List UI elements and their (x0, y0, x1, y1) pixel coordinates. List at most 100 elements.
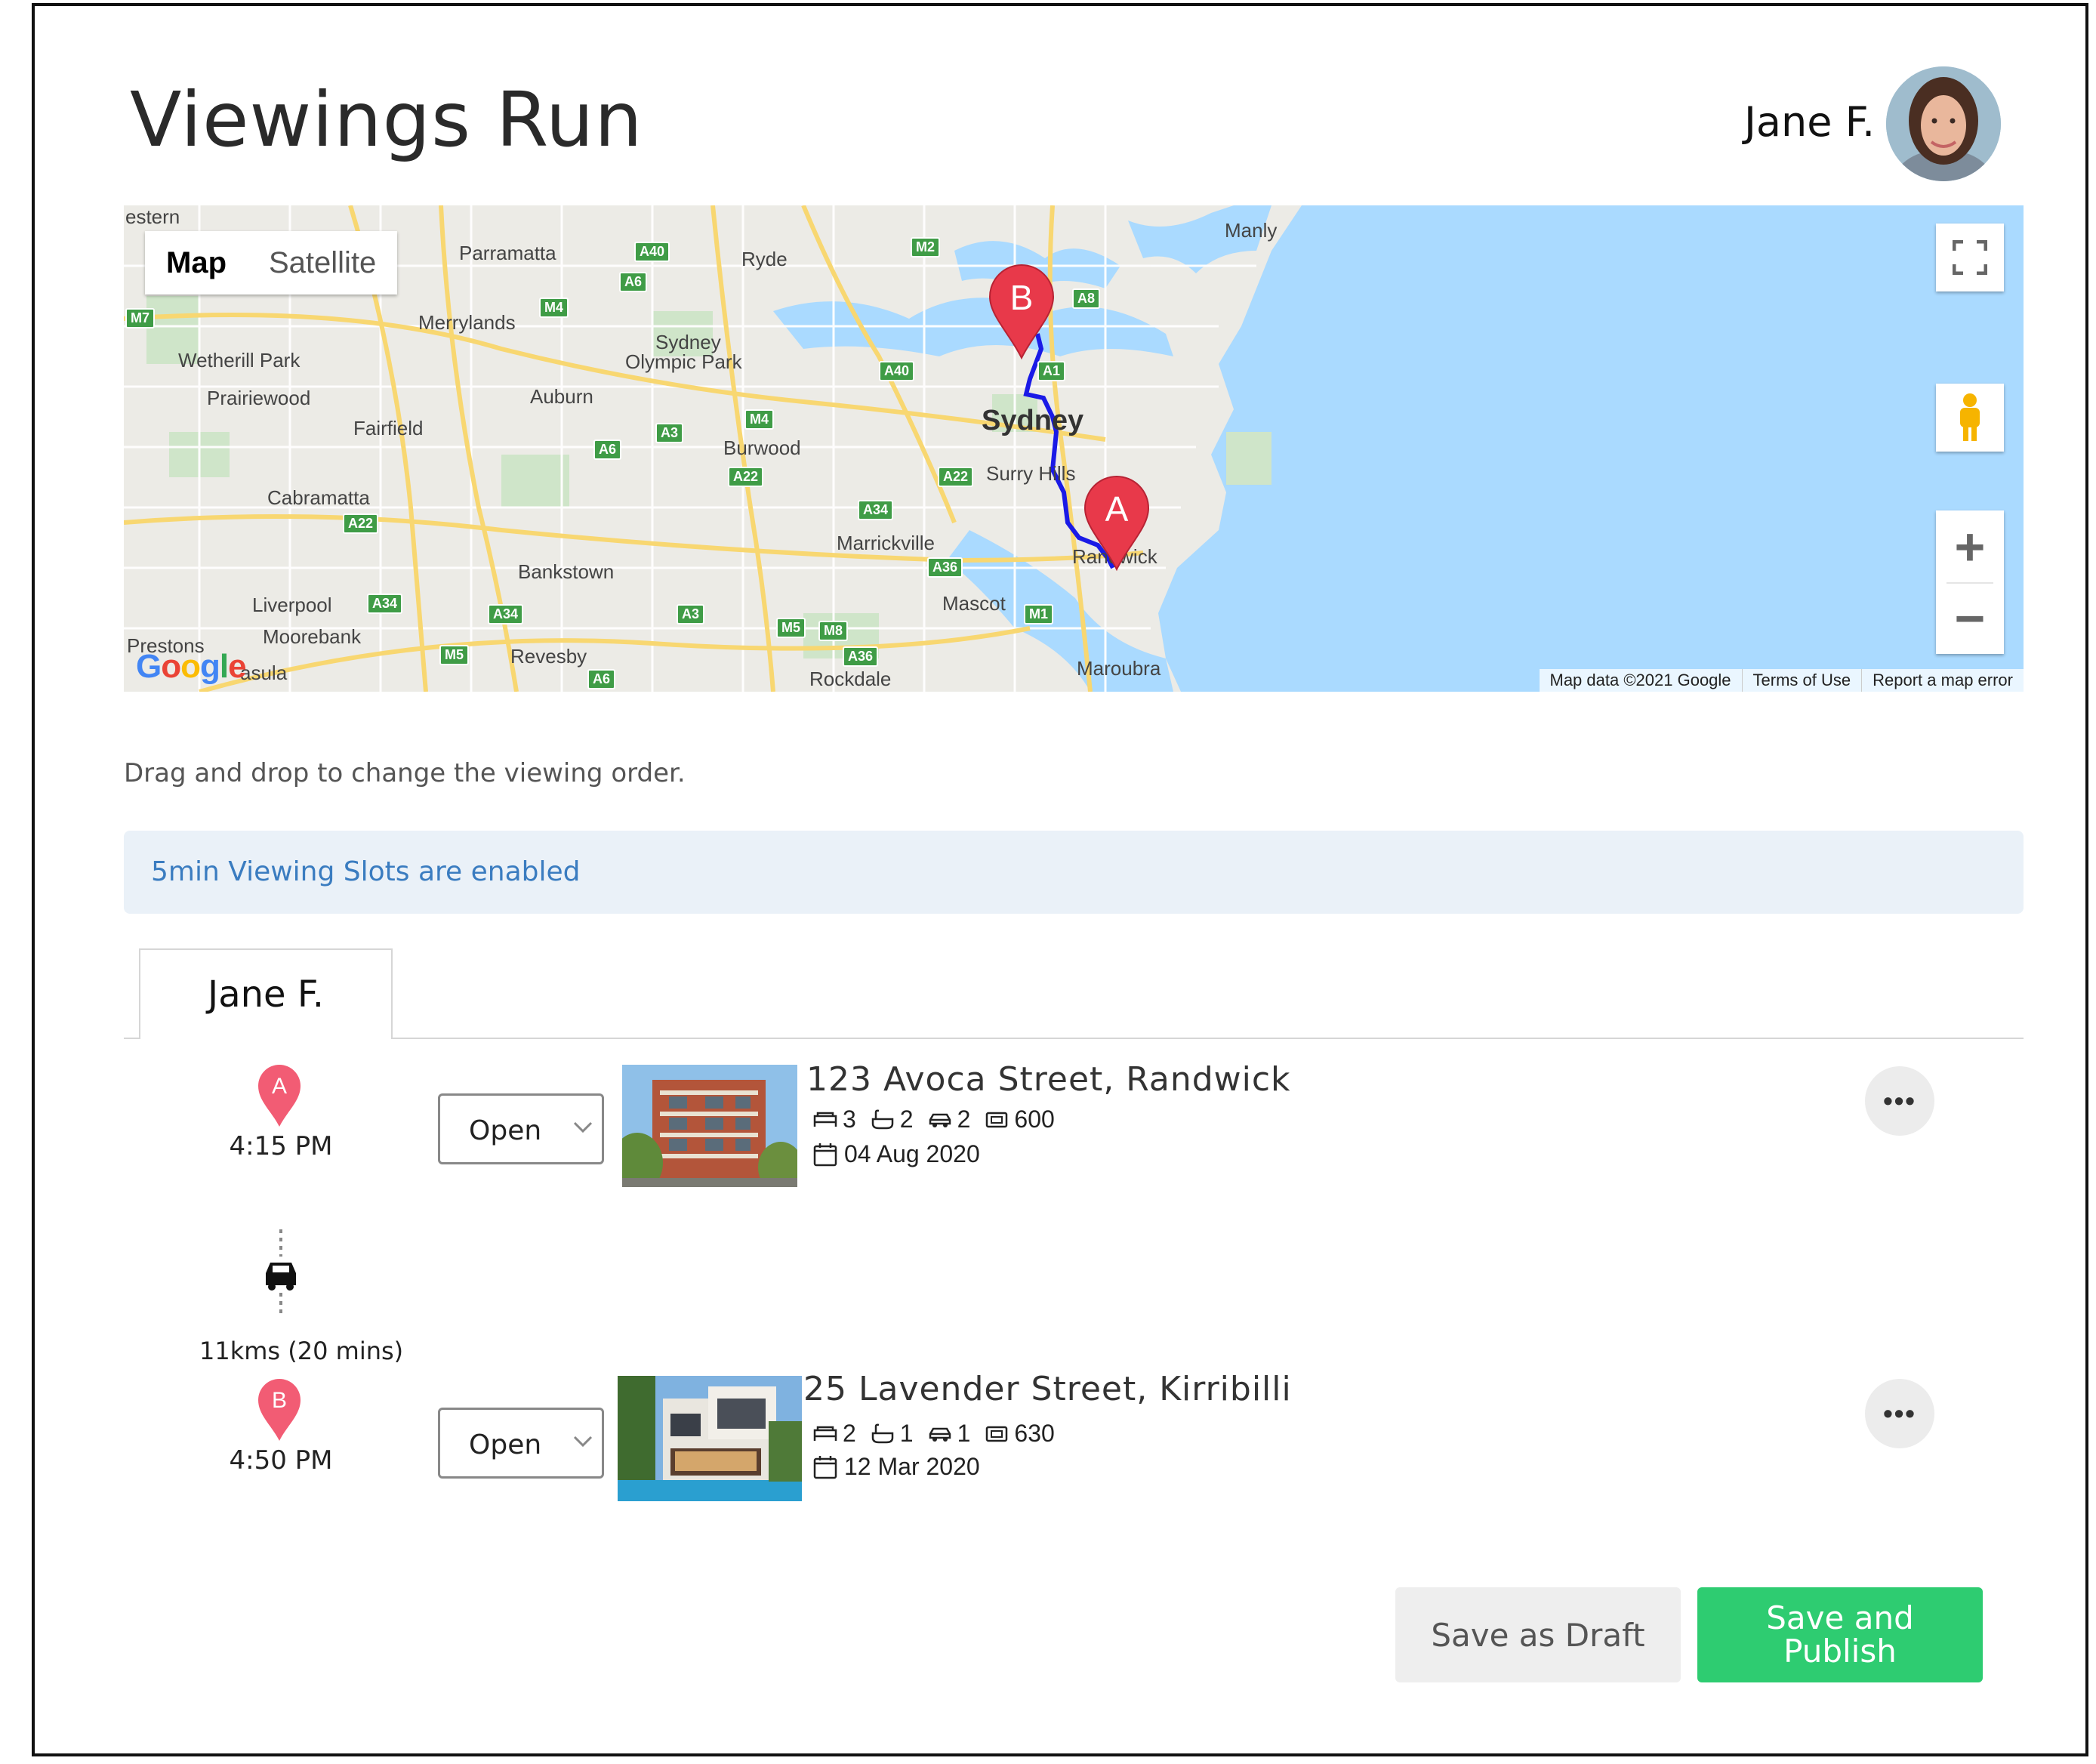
map-city-label: Sydney (982, 405, 1084, 436)
more-options-button[interactable]: ••• (1865, 1379, 1934, 1448)
viewing-time: 4:15 PM (229, 1131, 333, 1161)
road-shield: M4 (744, 409, 775, 430)
map-label: Merrylands (418, 311, 516, 334)
viewing-time: 4:50 PM (229, 1445, 333, 1476)
travel-connector (266, 1229, 296, 1317)
car-count: 2 (957, 1106, 971, 1133)
save-publish-button[interactable]: Save and Publish (1697, 1587, 1983, 1682)
map-marker-a[interactable]: A (1083, 474, 1151, 572)
viewing-marker-b: B (258, 1379, 301, 1441)
chevron-down-icon (573, 1121, 593, 1133)
property-photo[interactable] (622, 1065, 797, 1187)
road-shield: A40 (634, 242, 670, 262)
map-label: Fairfield (353, 417, 424, 439)
property-photo[interactable] (618, 1376, 802, 1501)
svg-text:A: A (272, 1074, 287, 1099)
bath-count: 1 (899, 1420, 914, 1447)
map-label: Liverpool (252, 594, 332, 616)
map-label: Parramatta (459, 242, 556, 264)
map-label: Marrickville (837, 532, 935, 554)
map-label: Ryde (741, 248, 788, 270)
bed-count: 3 (843, 1106, 856, 1133)
bed-icon (813, 1112, 837, 1127)
pegman-icon (1960, 393, 1980, 441)
status-value: Open (469, 1115, 542, 1146)
fullscreen-icon (1953, 240, 1987, 275)
land-area: 600 (1014, 1106, 1055, 1133)
avatar[interactable] (1886, 66, 2001, 181)
route-map[interactable]: estern Parramatta Ryde Manly Merrylands … (124, 205, 2024, 692)
svg-text:B: B (1010, 278, 1034, 317)
date-value: 04 Aug 2020 (844, 1140, 980, 1167)
svg-text:B: B (272, 1388, 287, 1413)
zoom-out-button[interactable]: − (1936, 582, 2004, 654)
road-shield: A34 (367, 594, 403, 614)
info-banner: 5min Viewing Slots are enabled (124, 831, 2024, 914)
road-shield: A1 (1037, 361, 1066, 381)
save-draft-button[interactable]: Save as Draft (1395, 1587, 1681, 1682)
map-label: Surry Hills (986, 462, 1076, 485)
page-title: Viewings Run (130, 76, 643, 164)
map-label: Manly (1225, 219, 1278, 242)
map-type-satellite-button[interactable]: Satellite (248, 231, 397, 295)
bed-count: 2 (843, 1420, 856, 1447)
road-shield: M5 (776, 618, 806, 638)
more-options-button[interactable]: ••• (1865, 1066, 1934, 1136)
road-shield: A22 (728, 467, 764, 487)
google-logo: Google (136, 648, 247, 685)
road-shield: A8 (1072, 288, 1101, 309)
road-shield: M8 (818, 621, 849, 641)
car-icon (266, 1263, 296, 1291)
map-label: Revesby (510, 645, 587, 668)
map-label: Moorebank (263, 625, 362, 648)
svg-text:A: A (1105, 489, 1129, 529)
map-data-credit: Map data ©2021 Google (1549, 671, 1731, 689)
road-shield: A40 (879, 361, 915, 381)
map-marker-b[interactable]: B (988, 263, 1056, 361)
date-value: 12 Mar 2020 (844, 1453, 980, 1480)
road-shield: A36 (843, 646, 879, 667)
zoom-in-button[interactable]: + (1936, 510, 2004, 582)
calendar-icon (813, 1143, 837, 1166)
listing-date: 04 Aug 2020 (812, 1140, 980, 1168)
bed-icon (813, 1426, 837, 1441)
terms-link[interactable]: Terms of Use (1741, 669, 1862, 692)
listing-date: 12 Mar 2020 (812, 1453, 980, 1481)
status-select[interactable]: Open (438, 1408, 604, 1479)
property-address[interactable]: 25 Lavender Street, Kirribilli (803, 1370, 1292, 1408)
tab-agent[interactable]: Jane F. (139, 948, 393, 1039)
road-shield: M1 (1024, 604, 1054, 624)
map-type-control: Map Satellite (145, 231, 398, 295)
property-address[interactable]: 123 Avoca Street, Randwick (806, 1060, 1291, 1099)
road-shield: M4 (539, 298, 569, 318)
fullscreen-button[interactable] (1936, 224, 2004, 291)
report-error-link[interactable]: Report a map error (1861, 669, 2024, 692)
chevron-down-icon (573, 1436, 593, 1448)
map-label: Mascot (942, 592, 1006, 615)
map-type-map-button[interactable]: Map (145, 231, 248, 295)
bath-icon (871, 1423, 894, 1443)
map-label: estern (125, 205, 180, 228)
user-name: Jane F. (1744, 98, 1876, 146)
car-icon (929, 1427, 951, 1442)
map-label: Auburn (530, 385, 593, 408)
viewing-marker-a: A (258, 1065, 301, 1127)
road-shield: A3 (655, 423, 684, 443)
road-shield: A6 (593, 439, 622, 460)
tab-divider (124, 1038, 2024, 1039)
car-count: 1 (957, 1420, 971, 1447)
status-select[interactable]: Open (438, 1093, 604, 1164)
zoom-control: + − (1936, 510, 2004, 654)
street-view-button[interactable] (1936, 384, 2004, 452)
map-attribution: Map data ©2021 Google Terms of Use Repor… (1539, 669, 2024, 692)
map-label: Wetherill Park (178, 349, 301, 372)
road-shield: M2 (911, 237, 941, 258)
road-shield: A3 (677, 604, 705, 624)
road-shield: M5 (439, 645, 470, 665)
road-shield: M7 (125, 308, 156, 328)
property-features: 2 1 1 630 (812, 1420, 1064, 1448)
status-value: Open (469, 1429, 542, 1460)
map-label: Burwood (723, 436, 801, 459)
reorder-hint: Drag and drop to change the viewing orde… (124, 758, 686, 788)
road-shield: A22 (938, 467, 974, 487)
